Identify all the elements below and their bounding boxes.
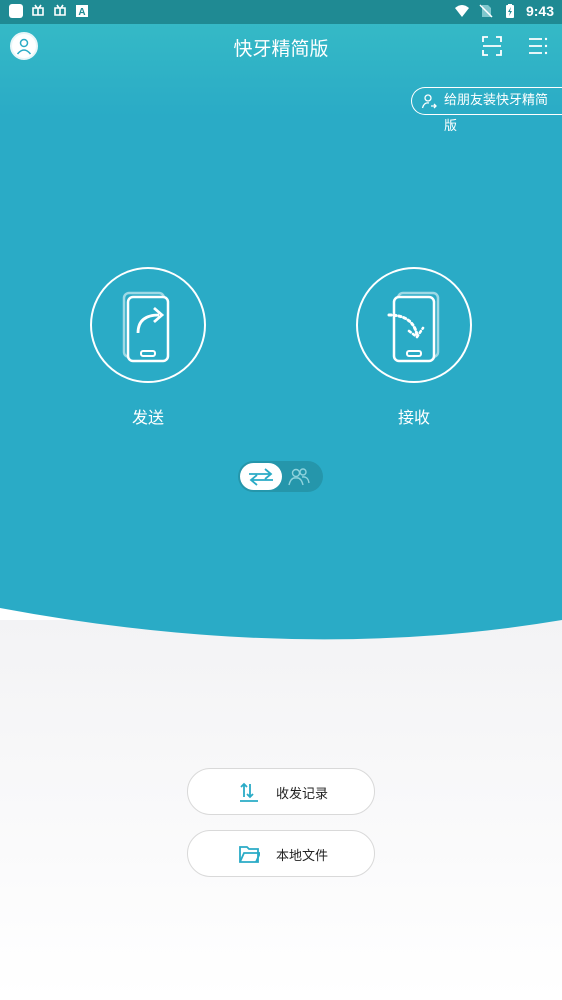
svg-text:A: A [78, 7, 85, 18]
a-badge-icon: A [76, 5, 88, 18]
history-label: 收发记录 [276, 787, 329, 802]
local-files-label: 本地文件 [276, 849, 329, 864]
phone-send-icon [122, 291, 170, 363]
no-sim-icon [479, 4, 493, 18]
local-files-button[interactable]: 本地文件 [187, 830, 375, 877]
send-button[interactable] [90, 267, 206, 383]
mode-toggle[interactable] [238, 461, 323, 492]
battery-charging-icon [505, 4, 514, 18]
clock: 9:43 [525, 3, 554, 19]
hero-background [0, 24, 562, 650]
page-title: 快牙精简版 [233, 38, 329, 60]
wifi-icon [454, 5, 469, 17]
history-button[interactable]: 收发记录 [187, 768, 375, 815]
bug-icon [54, 4, 66, 16]
person-share-icon [421, 94, 437, 109]
header: 快牙精简版 [0, 24, 562, 70]
status-bar: A 9:43 [0, 0, 562, 24]
invite-friend-button[interactable]: 给朋友装快牙精简版 [411, 87, 562, 134]
menu-icon[interactable] [526, 34, 550, 58]
app-square-icon [9, 4, 23, 18]
bug-icon [32, 4, 44, 16]
receive-button[interactable] [356, 267, 472, 383]
send-label: 发送 [131, 408, 164, 427]
group-icon[interactable] [288, 467, 310, 487]
scan-icon[interactable] [480, 34, 504, 58]
mode-option-transfer[interactable] [240, 463, 282, 490]
phone-receive-icon [387, 291, 440, 363]
transfer-history-icon [240, 782, 258, 802]
receive-label: 接收 [397, 408, 430, 427]
folder-icon [239, 846, 260, 863]
swap-arrows-icon [249, 467, 273, 486]
